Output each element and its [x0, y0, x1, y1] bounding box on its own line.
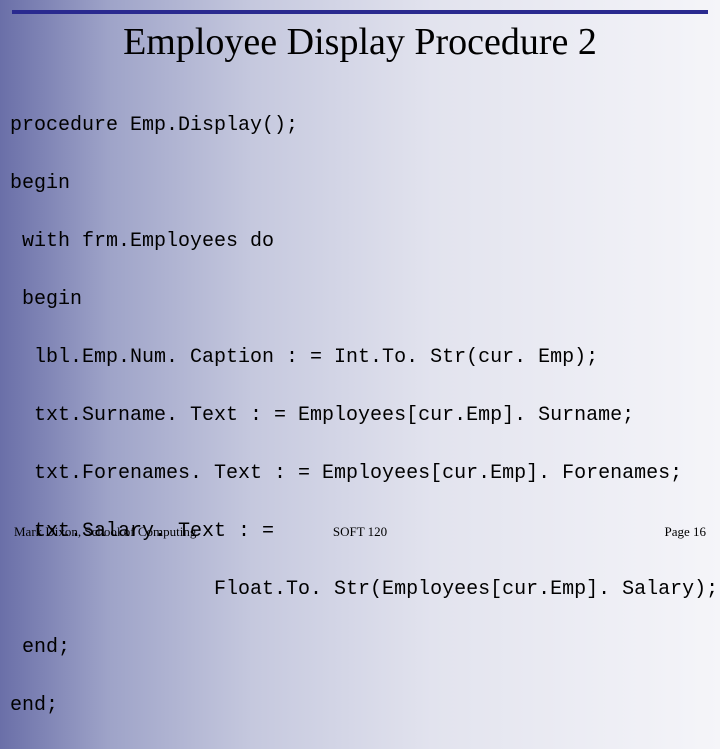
footer-center: SOFT 120	[333, 524, 387, 540]
code-line: begin	[10, 169, 710, 198]
code-line: begin	[10, 285, 710, 314]
footer-left: Mark Dixon, School of Computing	[14, 524, 196, 540]
code-line: procedure Emp.Display();	[10, 111, 710, 140]
top-rule	[12, 10, 708, 14]
code-line: end;	[10, 633, 710, 662]
footer: Mark Dixon, School of Computing SOFT 120…	[0, 524, 720, 540]
code-line: txt.Forenames. Text : = Employees[cur.Em…	[10, 459, 710, 488]
footer-right: Page 16	[664, 524, 706, 540]
code-line: lbl.Emp.Num. Caption : = Int.To. Str(cur…	[10, 343, 710, 372]
code-block: procedure Emp.Display(); begin with frm.…	[0, 82, 720, 749]
code-line: with frm.Employees do	[10, 227, 710, 256]
slide-title: Employee Display Procedure 2	[0, 20, 720, 64]
code-line: end;	[10, 691, 710, 720]
code-line: Float.To. Str(Employees[cur.Emp]. Salary…	[10, 575, 710, 604]
code-line: txt.Surname. Text : = Employees[cur.Emp]…	[10, 401, 710, 430]
